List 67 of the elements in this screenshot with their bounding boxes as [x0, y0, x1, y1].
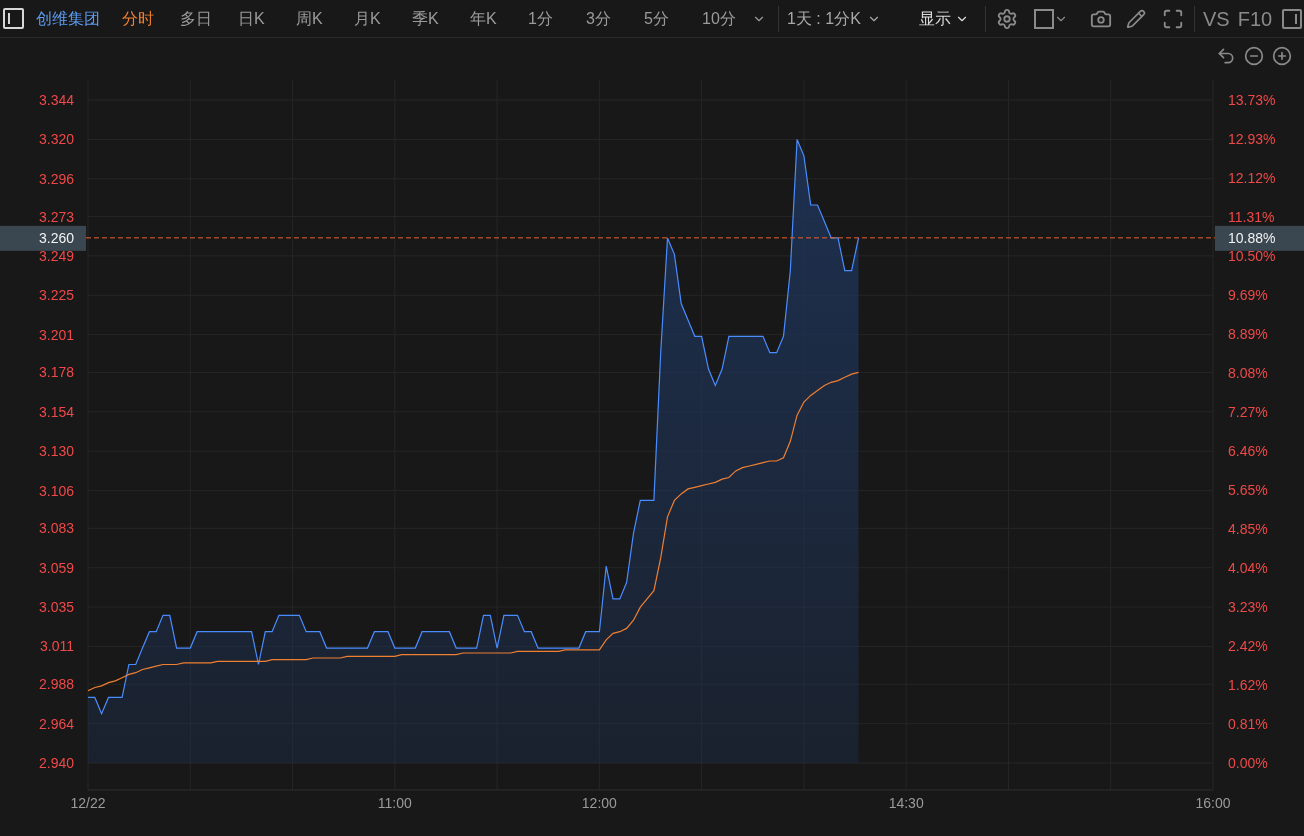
- percent-axis-label: 12.12%: [1228, 170, 1276, 186]
- stock-name: 创维集团: [36, 8, 101, 29]
- period-tab[interactable]: 多日: [180, 3, 238, 34]
- panel-icon[interactable]: [1282, 8, 1303, 29]
- percent-axis-label: 8.89%: [1228, 326, 1268, 342]
- price-axis-label: 3.201: [38, 326, 74, 343]
- current-price-tag: 3.260: [0, 225, 86, 251]
- pencil-icon[interactable]: [1126, 8, 1146, 29]
- price-axis-label: 2.964: [38, 715, 74, 732]
- percent-axis-label: 10.50%: [1228, 248, 1276, 264]
- price-axis-label: 3.011: [40, 638, 74, 655]
- zoom-in-icon[interactable]: [1272, 46, 1292, 66]
- period-tab[interactable]: 日K: [238, 3, 296, 34]
- display-menu[interactable]: 显示: [919, 3, 985, 34]
- toolbar-link[interactable]: F10: [1237, 3, 1273, 34]
- price-axis-label: 3.059: [38, 559, 74, 576]
- fullscreen-icon[interactable]: [1162, 7, 1184, 30]
- period-select[interactable]: 1天 : 1分K: [779, 3, 919, 34]
- percent-axis-label: 8.08%: [1228, 365, 1268, 381]
- period-tab[interactable]: 3分: [586, 3, 644, 34]
- time-axis-label: 16:00: [1195, 795, 1231, 811]
- percent-axis-label: 13.73%: [1228, 92, 1276, 108]
- percent-axis-label: 5.65%: [1228, 482, 1268, 498]
- period-tab[interactable]: 年K: [470, 3, 528, 34]
- price-axis-label: 3.273: [38, 208, 74, 225]
- period-tab[interactable]: 5分: [644, 3, 702, 34]
- period-tab[interactable]: 1分: [528, 3, 586, 34]
- zoom-out-icon[interactable]: [1244, 46, 1264, 66]
- period-tab[interactable]: 月K: [354, 3, 412, 34]
- percent-axis-label: 11.31%: [1228, 209, 1275, 225]
- ref-line-label: 3.260: [38, 229, 75, 246]
- price-axis-label: 3.083: [38, 520, 74, 537]
- price-axis-label: 3.344: [38, 92, 74, 108]
- percent-axis-label: 3.23%: [1228, 599, 1268, 615]
- period-tab[interactable]: 季K: [412, 3, 470, 34]
- percent-axis-label: 9.69%: [1228, 287, 1268, 303]
- settings-icon[interactable]: [996, 7, 1018, 30]
- time-axis-label: 14:30: [888, 795, 924, 811]
- percent-axis-label: 6.46%: [1228, 443, 1268, 459]
- price-axis-label: 3.296: [38, 170, 74, 187]
- price-axis-label: 3.154: [38, 403, 74, 420]
- percent-axis-label: 0.81%: [1228, 716, 1268, 732]
- time-axis-label: 12:00: [581, 795, 617, 811]
- price-axis-label: 3.225: [38, 287, 74, 304]
- period-tab[interactable]: 周K: [296, 3, 354, 34]
- percent-axis-label: 12.93%: [1228, 131, 1276, 147]
- time-axis-label: 12/22: [70, 795, 106, 811]
- period-tab[interactable]: 分时: [122, 3, 180, 34]
- period-tab[interactable]: 10分: [702, 3, 778, 34]
- price-axis-label: 2.988: [38, 676, 74, 693]
- current-change-tag: 10.88%: [1215, 225, 1304, 251]
- price-axis-label: 3.035: [38, 599, 74, 616]
- square-dropdown[interactable]: [1034, 8, 1068, 29]
- time-axis-label: 11:00: [377, 795, 412, 811]
- undo-icon[interactable]: [1216, 46, 1236, 66]
- percent-axis-label: 2.42%: [1228, 638, 1268, 654]
- percent-axis-label: 7.27%: [1228, 404, 1268, 420]
- percent-axis-label: 4.04%: [1228, 560, 1268, 576]
- price-axis-label: 2.940: [38, 755, 74, 771]
- price-axis-label: 3.320: [38, 131, 74, 148]
- percent-axis-label: 0.00%: [1228, 755, 1268, 771]
- percent-axis-label: 1.62%: [1228, 677, 1268, 693]
- price-axis-label: 3.106: [38, 482, 74, 499]
- price-axis-label: 3.130: [38, 443, 74, 460]
- price-axis-label: 3.178: [38, 364, 74, 381]
- percent-axis-label: 4.85%: [1228, 521, 1268, 537]
- toolbar-link[interactable]: VS: [1203, 3, 1230, 34]
